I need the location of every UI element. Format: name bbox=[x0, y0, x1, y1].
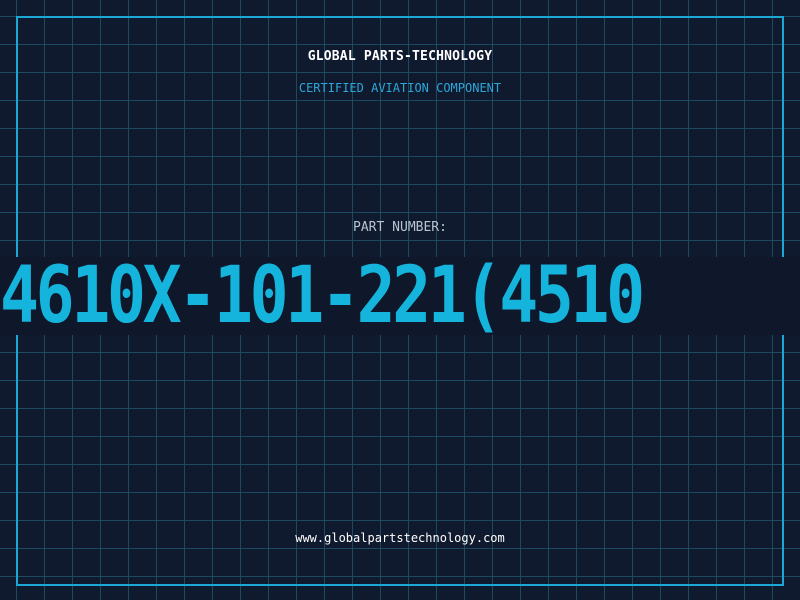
part-number-value: 4610X-101-221(4510 bbox=[0, 257, 645, 335]
part-certificate-card: GLOBAL PARTS-TECHNOLOGY CERTIFIED AVIATI… bbox=[0, 0, 800, 600]
company-name: GLOBAL PARTS-TECHNOLOGY bbox=[307, 49, 493, 64]
certification-subtitle: CERTIFIED AVIATION COMPONENT bbox=[298, 81, 502, 95]
part-number-band: 4610X-101-221(4510 bbox=[0, 257, 800, 335]
website-link[interactable]: www.globalpartstechnology.com bbox=[0, 531, 800, 545]
part-number-label: PART NUMBER: bbox=[353, 220, 447, 235]
